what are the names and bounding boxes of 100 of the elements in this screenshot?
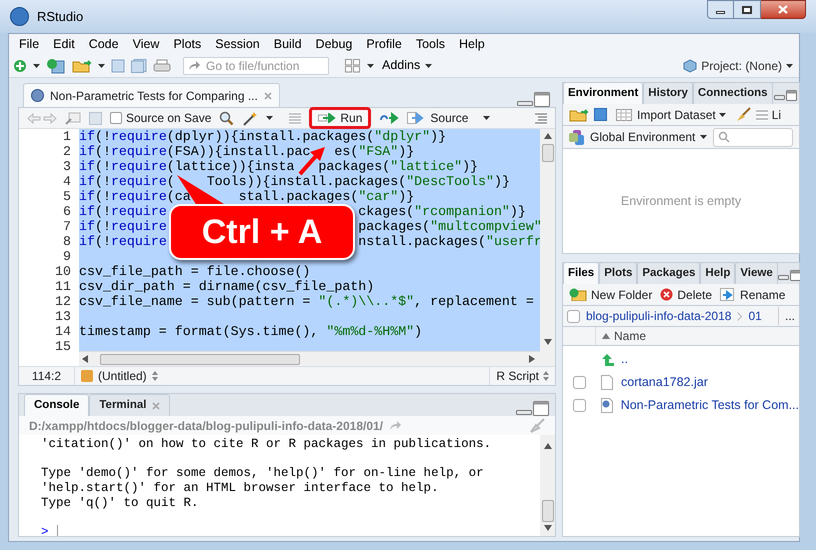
scroll-right-icon[interactable] — [529, 355, 537, 363]
file-name-link[interactable]: Non-Parametric Tests for Com... — [620, 396, 799, 415]
scrollbar-thumb[interactable] — [542, 500, 554, 522]
vertical-scrollbar[interactable] — [540, 129, 555, 366]
file-name-link[interactable]: .. — [621, 350, 628, 369]
minimize-pane-icon[interactable] — [517, 100, 533, 107]
pane-tab[interactable]: Files — [563, 262, 600, 284]
run-button[interactable]: Run — [309, 107, 372, 129]
scroll-up-icon[interactable] — [544, 133, 552, 141]
file-action-button[interactable]: New Folder — [569, 286, 652, 304]
pane-tab[interactable]: Console — [24, 394, 90, 416]
pane-tab[interactable]: Terminal — [89, 394, 170, 416]
scroll-down-icon[interactable] — [544, 339, 552, 347]
print-icon[interactable] — [153, 58, 171, 72]
breadcrumb-link[interactable]: blog-pulipuli-info-data-2018 — [586, 307, 732, 325]
pane-tab[interactable]: Packages — [637, 262, 700, 284]
chevron-icon — [737, 312, 742, 320]
new-file-icon[interactable] — [13, 58, 27, 72]
run-arrow-icon — [318, 113, 336, 123]
caret-icon — [367, 64, 374, 68]
close-button[interactable] — [761, 0, 806, 19]
arrow-icon — [188, 60, 200, 70]
list-icon[interactable] — [289, 112, 302, 124]
pane-tab[interactable]: Environment — [563, 82, 644, 104]
console-output: 'help.start()' for an HTML browser interface to help. — [41, 481, 440, 496]
menu-item[interactable]: Edit — [47, 34, 81, 54]
menu-item[interactable]: Debug — [310, 34, 358, 54]
maximize-pane-icon[interactable] — [533, 401, 549, 416]
menu-item[interactable]: Help — [453, 34, 491, 54]
up-down-icon — [152, 371, 158, 381]
go-to-directory-icon[interactable] — [389, 420, 402, 430]
new-project-icon[interactable] — [46, 58, 66, 74]
editor-tab[interactable]: Non-Parametric Tests for Comparing ... — [23, 83, 280, 107]
code-text: if(!require(lattice)){insta — [79, 159, 294, 174]
save-all-icon[interactable] — [131, 58, 147, 72]
save-icon[interactable] — [111, 58, 125, 72]
show-in-window-icon[interactable] — [65, 112, 81, 124]
source-on-save-checkbox[interactable]: Source on Save — [110, 109, 212, 127]
file-action-button[interactable]: Delete — [660, 286, 712, 304]
row-checkbox[interactable] — [573, 376, 586, 389]
import-dataset-button[interactable]: Import Dataset — [616, 106, 726, 124]
row-checkbox[interactable] — [572, 399, 586, 412]
maximize-pane-icon[interactable] — [534, 92, 550, 107]
addins-menu[interactable]: Addins — [380, 56, 434, 75]
code-text: if(!require(dplyr)){install.packages("dplyr")} — [79, 129, 446, 144]
save-icon[interactable] — [594, 108, 607, 121]
minimize-button[interactable] — [707, 0, 734, 19]
open-folder-icon[interactable] — [569, 108, 589, 122]
menu-item[interactable]: Code — [82, 34, 125, 54]
minimize-pane-icon[interactable] — [516, 409, 532, 416]
close-tab-icon[interactable] — [264, 92, 272, 100]
scrollbar-thumb[interactable] — [100, 354, 300, 364]
maximize-button[interactable] — [734, 0, 761, 19]
breadcrumb-link[interactable]: 01 — [748, 307, 762, 325]
pane-tab[interactable]: Viewe — [735, 262, 778, 284]
file-type-selector[interactable]: R Script — [489, 367, 555, 385]
file-name-link[interactable]: cortana1782.jar — [621, 373, 708, 392]
vertical-scrollbar[interactable] — [540, 435, 555, 536]
code-text: if(!require( — [79, 174, 175, 189]
maximize-pane-icon[interactable] — [786, 90, 797, 101]
minimize-pane-icon[interactable] — [778, 274, 789, 281]
menu-item[interactable]: Profile — [360, 34, 408, 54]
menu-item[interactable]: View — [126, 34, 166, 54]
file-action-button[interactable]: Rename — [720, 286, 786, 304]
pane-tab[interactable]: Plots — [599, 262, 638, 284]
menu-item[interactable]: Session — [209, 34, 266, 54]
scope-selector[interactable]: (Untitled) — [75, 367, 164, 385]
scroll-up-icon[interactable] — [544, 443, 552, 451]
open-folder-icon[interactable] — [72, 58, 92, 72]
scroll-down-icon[interactable] — [544, 525, 552, 533]
pane-tab[interactable]: Help — [700, 262, 736, 284]
menu-item[interactable]: Plots — [167, 34, 208, 54]
scroll-left-icon[interactable] — [82, 355, 90, 363]
scrollbar-thumb[interactable] — [542, 144, 554, 162]
save-icon[interactable] — [89, 112, 102, 124]
menu-item[interactable]: Build — [268, 34, 308, 54]
search-field[interactable] — [713, 128, 793, 146]
more-button[interactable]: ... — [778, 307, 795, 325]
maximize-pane-icon[interactable] — [790, 270, 800, 281]
back-forward-icon[interactable] — [27, 112, 57, 124]
menu-item[interactable]: File — [13, 34, 46, 54]
menu-item[interactable]: Tools — [410, 34, 452, 54]
magic-wand-icon[interactable] — [242, 110, 258, 126]
source-button[interactable]: Source — [407, 109, 490, 127]
close-tab-icon[interactable] — [152, 402, 160, 410]
pane-tab[interactable]: Connections — [692, 82, 773, 104]
list-view-button[interactable]: Li — [756, 106, 782, 124]
horizontal-scrollbar[interactable] — [79, 351, 540, 366]
broom-icon[interactable] — [529, 418, 545, 434]
grid-layout-icon[interactable] — [345, 58, 361, 72]
search-icon[interactable] — [219, 110, 234, 126]
rerun-icon[interactable] — [379, 112, 400, 124]
minimize-pane-icon[interactable] — [774, 94, 785, 101]
broom-icon[interactable] — [734, 106, 751, 122]
console-output: Type 'q()' to quit R. — [41, 496, 200, 511]
project-menu[interactable]: Project: (None) — [683, 56, 795, 74]
outline-icon[interactable] — [535, 112, 547, 124]
select-all-checkbox[interactable] — [567, 310, 580, 322]
code-text: Tools)){install.packages("DescTools")} — [206, 174, 510, 189]
pane-tab[interactable]: History — [643, 82, 693, 104]
